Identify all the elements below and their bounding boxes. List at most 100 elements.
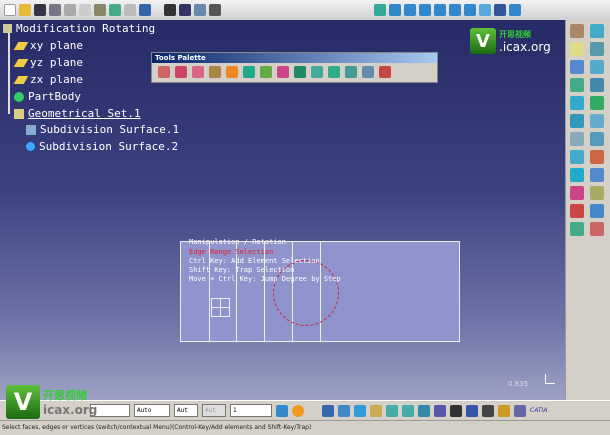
formula-icon[interactable]	[164, 4, 176, 16]
tree-item-geometrical-set[interactable]: Geometrical Set.1	[14, 107, 141, 120]
tool-icon[interactable]	[590, 150, 604, 164]
tool-icon[interactable]	[498, 404, 510, 417]
help-icon[interactable]	[139, 4, 151, 16]
edge-icon[interactable]	[311, 66, 323, 78]
pan-icon[interactable]	[404, 4, 416, 16]
fit-all-icon[interactable]	[389, 4, 401, 16]
redo-icon[interactable]	[124, 4, 136, 16]
tool-icon[interactable]	[570, 78, 584, 92]
rotation-icon[interactable]	[192, 66, 204, 78]
tree-item-subdivision-surface-2[interactable]: Subdivision Surface.2	[26, 140, 178, 153]
tree-item-yz-plane[interactable]: yz plane	[13, 56, 83, 69]
tree-item-partbody[interactable]: PartBody	[14, 90, 81, 103]
normal-view-icon[interactable]	[464, 4, 476, 16]
view-icon[interactable]	[386, 404, 398, 417]
tool-icon[interactable]	[450, 404, 462, 417]
axis-compass-icon	[545, 374, 555, 384]
line-icon[interactable]	[362, 66, 374, 78]
tool-icon[interactable]	[570, 132, 584, 146]
attract-icon[interactable]	[226, 66, 238, 78]
sphere-icon[interactable]	[243, 66, 255, 78]
select-box[interactable]: Auto	[134, 404, 170, 417]
table-icon[interactable]	[179, 4, 191, 16]
tool-icon[interactable]	[570, 204, 584, 218]
overlay-hint: Move + Ctrl Key: Jump Degree by Step	[189, 275, 341, 283]
tool-icon[interactable]	[590, 222, 604, 236]
new-icon[interactable]	[4, 4, 16, 16]
overlay-hint: Ctrl Key: Add Element Selection	[189, 257, 320, 265]
tool-icon[interactable]	[514, 404, 526, 417]
box-icon[interactable]	[379, 66, 391, 78]
paint-icon[interactable]	[276, 404, 288, 417]
tool-icon[interactable]	[590, 204, 604, 218]
plane-icon	[13, 58, 29, 67]
geometrical-set-icon	[14, 108, 24, 119]
curve-icon[interactable]	[338, 404, 350, 417]
curve-icon[interactable]	[277, 66, 289, 78]
select-box[interactable]: 1	[230, 404, 272, 417]
surface-icon	[26, 124, 36, 135]
tool-icon[interactable]	[590, 132, 604, 146]
mesh-icon[interactable]	[294, 66, 306, 78]
copy-icon[interactable]	[79, 4, 91, 16]
plane-icon[interactable]	[345, 66, 357, 78]
tool-icon[interactable]	[570, 186, 584, 200]
zoom-out-icon[interactable]	[449, 4, 461, 16]
render-icon[interactable]	[494, 4, 506, 16]
select-arrow-icon[interactable]	[570, 42, 584, 56]
cut-icon[interactable]	[64, 4, 76, 16]
face-icon[interactable]	[370, 404, 382, 417]
tree-item-xy-plane[interactable]: xy plane	[13, 39, 83, 52]
tool-icon[interactable]	[590, 114, 604, 128]
sketch-icon[interactable]	[570, 24, 584, 38]
tool-icon[interactable]	[590, 78, 604, 92]
tool-icon[interactable]	[590, 168, 604, 182]
tool-icon[interactable]	[590, 42, 604, 56]
undo-icon[interactable]	[109, 4, 121, 16]
tool-icon[interactable]	[434, 404, 446, 417]
tree-item-zx-plane[interactable]: zx plane	[13, 73, 83, 86]
zoom-in-icon[interactable]	[434, 4, 446, 16]
select-box[interactable]: Aut	[174, 404, 198, 417]
tool-icon[interactable]	[570, 168, 584, 182]
tool-icon[interactable]	[570, 222, 584, 236]
surface-icon[interactable]	[354, 404, 366, 417]
vertex-icon[interactable]	[209, 66, 221, 78]
print-icon[interactable]	[49, 4, 61, 16]
overlay-selection-mode: Edge Range Selection	[189, 248, 274, 256]
tool-icon[interactable]	[570, 150, 584, 164]
tool-icon[interactable]	[482, 404, 494, 417]
tool-icon[interactable]	[590, 60, 604, 74]
catia-logo: CATIA	[530, 407, 548, 414]
view-icon[interactable]	[402, 404, 414, 417]
tree-item-subdivision-surface-1[interactable]: Subdivision Surface.1	[26, 123, 179, 136]
material-icon[interactable]	[292, 404, 304, 417]
tools-palette[interactable]: Tools Palette	[151, 52, 438, 83]
manipulator-icon[interactable]	[175, 66, 187, 78]
iso-view-icon[interactable]	[479, 4, 491, 16]
rotate-icon[interactable]	[419, 4, 431, 16]
tool-icon[interactable]	[466, 404, 478, 417]
axis-icon[interactable]	[158, 66, 170, 78]
tool-icon[interactable]	[590, 96, 604, 110]
open-icon[interactable]	[19, 4, 31, 16]
paste-icon[interactable]	[94, 4, 106, 16]
tool-icon[interactable]	[590, 186, 604, 200]
hide-show-icon[interactable]	[509, 4, 521, 16]
face-icon[interactable]	[328, 66, 340, 78]
point-icon[interactable]	[322, 404, 334, 417]
status-bar: Select faces, edges or vertices (switch/…	[0, 420, 610, 434]
select-icon[interactable]	[374, 4, 386, 16]
snap-icon[interactable]	[260, 66, 272, 78]
tool-icon[interactable]	[570, 60, 584, 74]
palette-title: Tools Palette	[152, 53, 437, 63]
tree-root[interactable]: Modification Rotating	[3, 22, 155, 35]
tool-icon[interactable]	[570, 114, 584, 128]
lock-icon[interactable]	[209, 4, 221, 16]
options-icon[interactable]	[418, 404, 430, 417]
select-box[interactable]: Aut	[202, 404, 226, 417]
surface-tool-icon[interactable]	[590, 24, 604, 38]
tree-icon[interactable]	[194, 4, 206, 16]
tool-icon[interactable]	[570, 96, 584, 110]
save-icon[interactable]	[34, 4, 46, 16]
